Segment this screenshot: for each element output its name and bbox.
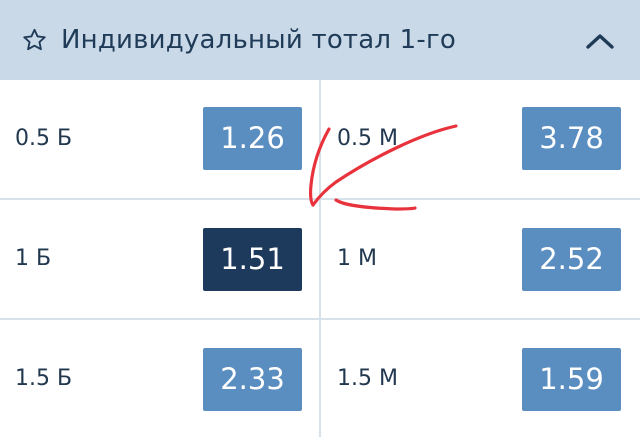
odd-button[interactable]: 2.33	[203, 348, 302, 411]
odds-grid: 0.5 Б 1.26 0.5 М 3.78 1 Б 1.51 1 М 2.52 …	[0, 80, 640, 437]
odd-button[interactable]: 1.26	[203, 107, 302, 170]
outcome-label: 1.5 Б	[15, 366, 73, 391]
outcome-under-0-5: 0.5 М 3.78	[321, 80, 640, 198]
outcome-label: 1 Б	[15, 246, 52, 271]
market-title: Индивидуальный тотал 1-го	[61, 25, 456, 55]
outcome-over-1-5: 1.5 Б 2.33	[0, 320, 319, 438]
odd-button[interactable]: 2.52	[522, 228, 621, 291]
odd-button[interactable]: 1.59	[522, 348, 621, 411]
outcome-label: 0.5 М	[337, 126, 398, 151]
chevron-up-icon[interactable]	[584, 30, 616, 52]
outcome-over-0-5: 0.5 Б 1.26	[0, 80, 319, 198]
star-outline-icon[interactable]	[21, 27, 48, 53]
outcome-label: 1 М	[337, 246, 377, 271]
outcome-label: 0.5 Б	[15, 126, 73, 151]
odd-button-selected[interactable]: 1.51	[203, 228, 302, 291]
outcome-under-1-5: 1.5 М 1.59	[321, 320, 640, 438]
odd-button[interactable]: 3.78	[522, 107, 621, 170]
market-header[interactable]: Индивидуальный тотал 1-го	[0, 0, 640, 80]
outcome-under-1: 1 М 2.52	[321, 200, 640, 318]
outcome-over-1: 1 Б 1.51	[0, 200, 319, 318]
outcome-label: 1.5 М	[337, 366, 398, 391]
